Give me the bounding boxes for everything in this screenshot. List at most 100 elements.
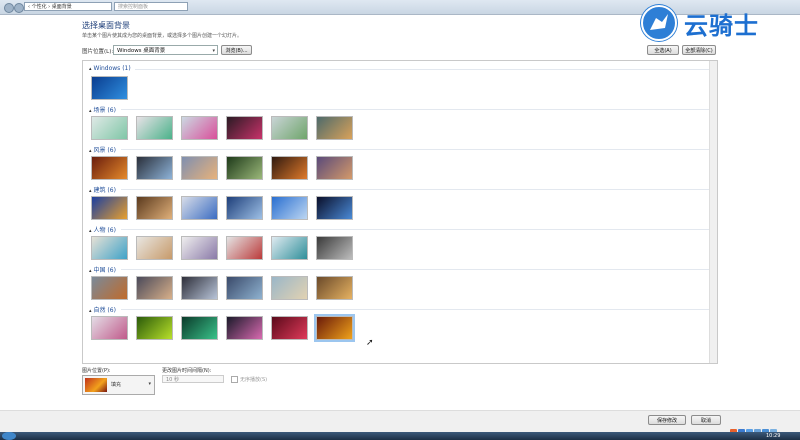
browse-button[interactable]: 浏览(B)... [221, 45, 252, 55]
group-label[interactable]: ▴ 人物 (6) [89, 225, 116, 234]
collapse-icon: ▴ [89, 268, 92, 274]
group-label[interactable]: ▴ 风景 (6) [89, 145, 116, 154]
picture-position-select[interactable]: 填充 ▾ [82, 375, 155, 395]
wallpaper-list[interactable]: ▴ Windows (1) ▴ 场景 (6) ▴ 风景 (6) ▴ 建筑 (6) ▴ 人物 (6)… [82, 60, 718, 364]
wallpaper-thumbnail[interactable] [136, 116, 173, 140]
brand-logo-text: 云骑士 [684, 12, 759, 40]
collapse-icon: ▴ [89, 308, 92, 314]
brand-logo: 云骑士 [632, 0, 782, 46]
group-label[interactable]: ▴ 中国 (6) [89, 265, 116, 274]
taskbar-clock: 10:29 [766, 433, 781, 439]
group-label-text: 风景 (6) [93, 147, 116, 154]
group-label[interactable]: ▴ 建筑 (6) [89, 185, 116, 194]
group-divider [135, 69, 709, 70]
wallpaper-thumbnail[interactable] [136, 316, 173, 340]
interval-label: 更改图片时间间隔(N): [162, 368, 212, 374]
scrollbar[interactable] [709, 61, 717, 363]
back-icon[interactable] [4, 3, 14, 13]
shuffle-label: 无序播放(S) [240, 377, 268, 383]
wallpaper-thumbnail[interactable] [136, 196, 173, 220]
chevron-down-icon: ▾ [148, 381, 151, 387]
wallpaper-thumbnail[interactable] [181, 276, 218, 300]
wallpaper-thumbnail[interactable] [271, 156, 308, 180]
group-label-text: 中国 (6) [93, 267, 116, 274]
wallpaper-thumbnail[interactable] [226, 116, 263, 140]
wallpaper-thumbnail[interactable] [316, 156, 353, 180]
checkbox-icon [231, 376, 238, 383]
page-subtitle: 单击某个图片使其成为您的桌面背景，或选择多个图片创建一个幻灯片。 [82, 33, 243, 39]
wallpaper-thumbnail[interactable] [91, 156, 128, 180]
group-label-text: 建筑 (6) [93, 187, 116, 194]
group-divider [121, 109, 709, 110]
page-title: 选择桌面背景 [82, 21, 130, 30]
wallpaper-thumbnail[interactable] [181, 316, 218, 340]
wallpaper-thumbnail[interactable] [226, 276, 263, 300]
group-label[interactable]: ▴ 自然 (6) [89, 305, 116, 314]
wallpaper-thumbnail[interactable] [316, 276, 353, 300]
wallpaper-thumbnail[interactable] [91, 316, 128, 340]
group-label-text: Windows (1) [93, 65, 131, 72]
wallpaper-thumbnail[interactable] [314, 314, 355, 342]
wallpaper-thumbnail[interactable] [181, 196, 218, 220]
forward-icon[interactable] [14, 3, 24, 13]
mouse-cursor-icon: ➚ [366, 338, 374, 348]
wallpaper-thumbnail[interactable] [316, 196, 353, 220]
wallpaper-thumbnail[interactable] [91, 276, 128, 300]
wallpaper-thumbnail[interactable] [226, 196, 263, 220]
group-label-text: 自然 (6) [93, 307, 116, 314]
interval-value: 10 秒 [166, 377, 179, 383]
picture-location-label: 图片位置(L): [82, 49, 114, 55]
collapse-icon: ▴ [89, 108, 92, 114]
wallpaper-thumbnail[interactable] [226, 236, 263, 260]
windows-start-icon[interactable] [2, 432, 16, 440]
group-label-text: 场景 (6) [93, 107, 116, 114]
system-tray [730, 421, 790, 436]
wallpaper-thumbnail[interactable] [271, 276, 308, 300]
wallpaper-thumbnail[interactable] [181, 156, 218, 180]
collapse-icon: ▴ [89, 188, 92, 194]
group-label-text: 人物 (6) [93, 227, 116, 234]
interval-select[interactable]: 10 秒 [162, 375, 224, 383]
wallpaper-thumbnail[interactable] [226, 316, 263, 340]
picture-position-value: 填充 [111, 382, 122, 388]
wallpaper-thumbnail[interactable] [91, 76, 128, 100]
wallpaper-thumbnail[interactable] [316, 116, 353, 140]
picture-location-value: Windows 桌面背景 [117, 48, 166, 54]
group-divider [121, 229, 709, 230]
wallpaper-thumbnail[interactable] [181, 116, 218, 140]
picture-position-preview [85, 378, 107, 392]
wallpaper-thumbnail[interactable] [316, 236, 353, 260]
collapse-icon: ▴ [89, 148, 92, 154]
collapse-icon: ▴ [89, 66, 92, 72]
group-label[interactable]: ▴ 场景 (6) [89, 105, 116, 114]
collapse-icon: ▴ [89, 228, 92, 234]
wallpaper-thumbnail[interactable] [271, 116, 308, 140]
group-divider [121, 269, 709, 270]
group-divider [121, 149, 709, 150]
picture-location-select[interactable]: Windows 桌面背景 ▾ [113, 45, 218, 55]
save-button[interactable]: 保存修改 [648, 415, 686, 425]
wallpaper-thumbnail[interactable] [91, 196, 128, 220]
picture-position-label: 图片位置(P): [82, 368, 111, 374]
cancel-button[interactable]: 取消 [691, 415, 721, 425]
shuffle-checkbox[interactable]: 无序播放(S) [231, 376, 267, 383]
wallpaper-thumbnail[interactable] [181, 236, 218, 260]
taskbar: 10:29 [0, 432, 800, 440]
group-label[interactable]: ▴ Windows (1) [89, 65, 131, 72]
breadcrumb[interactable]: ‹ 个性化 › 桌面背景 [24, 2, 112, 11]
wallpaper-thumbnail[interactable] [136, 236, 173, 260]
wallpaper-thumbnail[interactable] [136, 276, 173, 300]
group-divider [121, 309, 709, 310]
wallpaper-thumbnail[interactable] [91, 116, 128, 140]
wallpaper-thumbnail[interactable] [91, 236, 128, 260]
search-input[interactable]: 搜索控制面板 [114, 2, 188, 11]
wallpaper-thumbnail[interactable] [271, 316, 308, 340]
wallpaper-thumbnail[interactable] [271, 236, 308, 260]
chevron-down-icon: ▾ [212, 48, 215, 54]
select-all-button[interactable]: 全选(A) [647, 45, 679, 55]
knight-logo-icon [640, 4, 678, 42]
wallpaper-thumbnail[interactable] [136, 156, 173, 180]
clear-all-button[interactable]: 全部清除(C) [682, 45, 716, 55]
wallpaper-thumbnail[interactable] [226, 156, 263, 180]
wallpaper-thumbnail[interactable] [271, 196, 308, 220]
